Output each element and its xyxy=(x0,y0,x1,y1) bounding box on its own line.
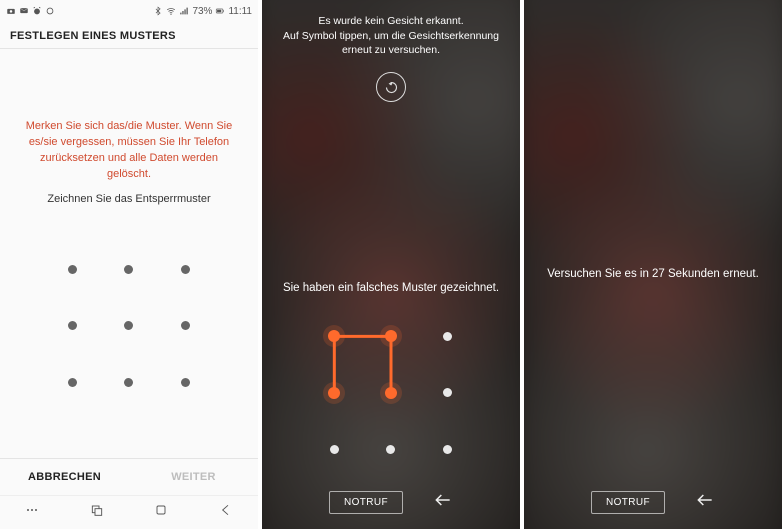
instruction-text: Zeichnen Sie das Entsperrmuster xyxy=(18,193,240,205)
nav-home-icon[interactable] xyxy=(153,502,169,523)
pattern-dot[interactable] xyxy=(124,378,133,387)
next-button: WEITER xyxy=(129,459,258,495)
pattern-grid[interactable] xyxy=(44,241,214,411)
lock-pattern-dot[interactable] xyxy=(328,330,340,342)
face-msg-line1: Es wurde kein Gesicht erkannt. xyxy=(282,14,500,29)
wifi-icon xyxy=(166,6,176,16)
phone-lock-wrong-pattern: Es wurde kein Gesicht erkannt. Auf Symbo… xyxy=(262,0,520,529)
emergency-call-button[interactable]: NOTRUF xyxy=(591,491,665,514)
face-msg-line2: Auf Symbol tippen, um die Gesichtserkenn… xyxy=(282,29,500,58)
pattern-dot[interactable] xyxy=(68,378,77,387)
nav-menu-icon[interactable] xyxy=(24,502,40,523)
pattern-dot[interactable] xyxy=(124,265,133,274)
messages-icon xyxy=(19,6,29,16)
battery-percent: 73% xyxy=(192,6,212,17)
warning-text: Merken Sie sich das/die Muster. Wenn Sie… xyxy=(18,119,240,183)
clock-time: 11:11 xyxy=(228,6,252,17)
timeout-text: Versuchen Sie es in 27 Sekunden erneut. xyxy=(547,268,759,280)
alarm-icon xyxy=(32,6,42,16)
nav-recent-icon[interactable] xyxy=(89,502,105,523)
face-recognition-message: Es wurde kein Gesicht erkannt. Auf Symbo… xyxy=(262,0,520,66)
nav-back-icon[interactable] xyxy=(218,502,234,523)
emergency-call-button[interactable]: NOTRUF xyxy=(329,491,403,514)
back-button[interactable] xyxy=(433,490,453,515)
footer-buttons: ABBRECHEN WEITER xyxy=(0,458,258,495)
phone-lock-timeout: Versuchen Sie es in 27 Sekunden erneut. … xyxy=(524,0,782,529)
pattern-dot[interactable] xyxy=(124,321,133,330)
lock-pattern-grid[interactable] xyxy=(306,308,476,478)
battery-icon xyxy=(215,6,225,16)
status-left xyxy=(6,6,55,16)
status-bar: 73% 11:11 xyxy=(0,0,258,22)
status-right: 73% 11:11 xyxy=(153,6,252,17)
circle-icon xyxy=(45,6,55,16)
wrong-pattern-text: Sie haben ein falsches Muster gezeichnet… xyxy=(267,282,515,308)
lock-pattern-dot[interactable] xyxy=(443,332,452,341)
pattern-dot[interactable] xyxy=(181,265,190,274)
arrow-left-icon xyxy=(695,490,715,510)
lock-pattern-dot[interactable] xyxy=(386,445,395,454)
retry-face-button[interactable] xyxy=(376,72,406,102)
camera-icon xyxy=(6,6,16,16)
cancel-button[interactable]: ABBRECHEN xyxy=(0,459,129,495)
lock-pattern-dot[interactable] xyxy=(443,445,452,454)
pattern-dot[interactable] xyxy=(181,378,190,387)
arrow-left-icon xyxy=(433,490,453,510)
refresh-icon xyxy=(384,80,399,95)
lock-pattern-dot[interactable] xyxy=(330,445,339,454)
lock-pattern-dot[interactable] xyxy=(385,387,397,399)
pattern-dot[interactable] xyxy=(68,321,77,330)
lock-pattern-dot[interactable] xyxy=(328,387,340,399)
page-title: FESTLEGEN EINES MUSTERS xyxy=(0,22,258,48)
setup-body: Merken Sie sich das/die Muster. Wenn Sie… xyxy=(0,49,258,458)
signal-icon xyxy=(179,6,189,16)
lock-pattern-dot[interactable] xyxy=(385,330,397,342)
phone-pattern-setup: 73% 11:11 FESTLEGEN EINES MUSTERS Merken… xyxy=(0,0,258,529)
back-button[interactable] xyxy=(695,490,715,515)
pattern-dot[interactable] xyxy=(68,265,77,274)
nav-bar xyxy=(0,495,258,529)
bluetooth-icon xyxy=(153,6,163,16)
pattern-dot[interactable] xyxy=(181,321,190,330)
lock-pattern-dot[interactable] xyxy=(443,388,452,397)
